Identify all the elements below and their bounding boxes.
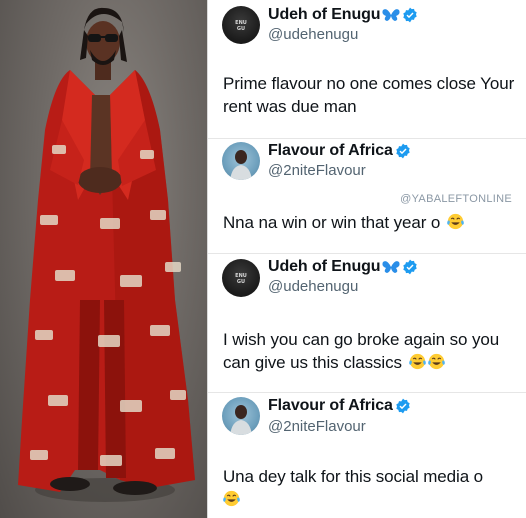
tweet-4[interactable]: Flavour of Africa @2niteFlavour Una dey … bbox=[208, 393, 526, 518]
author-name[interactable]: Flavour of Africa bbox=[268, 397, 393, 415]
verified-badge-icon bbox=[403, 7, 418, 23]
author-name[interactable]: Udeh of Enugu bbox=[268, 6, 381, 24]
author-name-row: Flavour of Africa bbox=[268, 397, 411, 415]
tweet-text-row: Nna na win or win that year o bbox=[223, 211, 521, 234]
photo-panel bbox=[0, 0, 207, 518]
author-handle[interactable]: @udehenugu bbox=[268, 278, 358, 295]
author-handle[interactable]: @udehenugu bbox=[268, 26, 358, 43]
profile-photo-icon bbox=[230, 405, 252, 435]
verified-badge-icon bbox=[396, 398, 410, 414]
tweet-1[interactable]: ENU GU Udeh of Enugu @udehenugu Prime fla… bbox=[208, 0, 526, 138]
author-handle[interactable]: @2niteFlavour bbox=[268, 418, 366, 435]
avatar[interactable]: ENU GU bbox=[222, 6, 260, 44]
tweet-text-row: Una dey talk for this social media o bbox=[223, 465, 521, 511]
tweet-text: Nna na win or win that year o bbox=[223, 213, 441, 232]
author-name[interactable]: Udeh of Enugu bbox=[268, 258, 381, 276]
author-handle[interactable]: @2niteFlavour bbox=[268, 162, 366, 179]
tears-of-joy-emoji-icon bbox=[223, 490, 240, 507]
tweet-text: I wish you can go broke again so you can… bbox=[223, 330, 500, 372]
avatar[interactable]: ENU GU bbox=[222, 259, 260, 297]
watermark-text: @YABALEFTONLINE bbox=[400, 193, 512, 205]
avatar[interactable] bbox=[222, 397, 260, 435]
verified-badge-icon bbox=[403, 259, 418, 275]
blue-butterfly-icon bbox=[382, 9, 401, 21]
tears-of-joy-emoji-icon bbox=[408, 353, 426, 370]
tweet-text: Prime flavour no one comes close Your re… bbox=[223, 74, 515, 116]
avatar[interactable] bbox=[222, 142, 260, 180]
author-name-row: Udeh of Enugu bbox=[268, 258, 418, 276]
tweet-3[interactable]: ENU GU Udeh of Enugu @udehenugu I wish yo… bbox=[208, 254, 526, 390]
author-name[interactable]: Flavour of Africa bbox=[268, 142, 393, 160]
blue-butterfly-icon bbox=[382, 261, 401, 273]
tears-of-joy-emoji-icon bbox=[447, 213, 464, 230]
tears-of-joy-emoji-icon bbox=[427, 353, 445, 370]
man-in-red-coat-image bbox=[18, 7, 195, 502]
tweet-feed: ENU GU Udeh of Enugu @udehenugu Prime fla… bbox=[207, 0, 526, 518]
tweet-text: Una dey talk for this social media o bbox=[223, 467, 484, 486]
tweet-text-row: I wish you can go broke again so you can… bbox=[223, 328, 521, 374]
profile-photo-icon bbox=[230, 150, 252, 180]
author-name-row: Udeh of Enugu bbox=[268, 6, 418, 24]
author-name-row: Flavour of Africa bbox=[268, 142, 411, 160]
verified-badge-icon bbox=[396, 143, 410, 159]
